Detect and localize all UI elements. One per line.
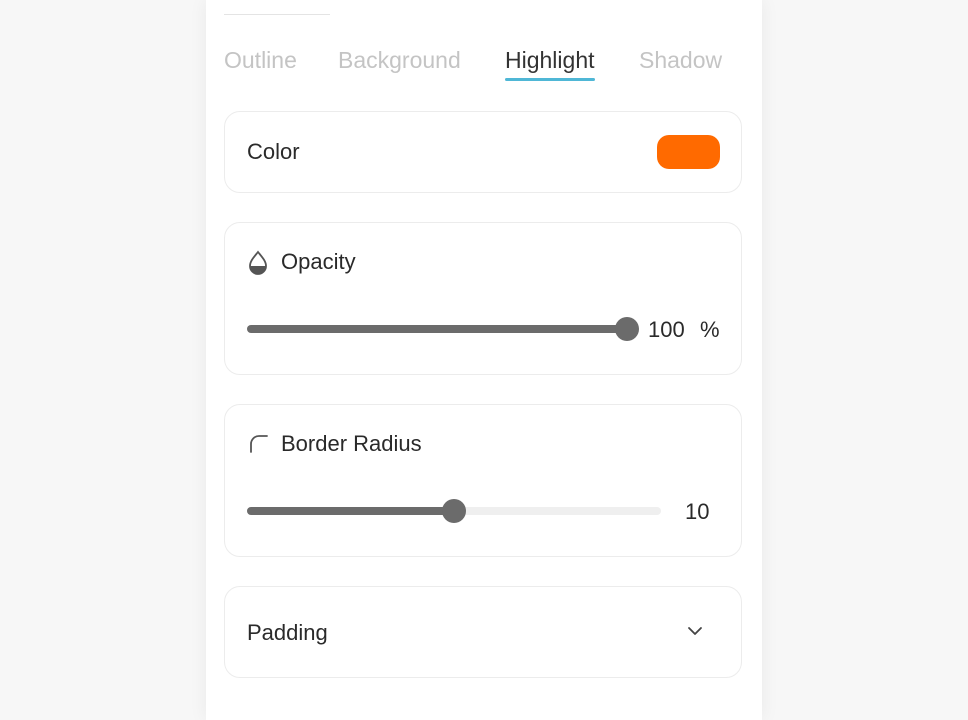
border-radius-label: Border Radius: [281, 431, 422, 456]
opacity-slider-fill: [247, 325, 627, 333]
padding-card[interactable]: Padding: [224, 586, 742, 678]
tab-highlight[interactable]: Highlight: [505, 44, 595, 81]
opacity-slider-thumb[interactable]: [615, 317, 639, 341]
tab-label: Background: [338, 47, 461, 73]
opacity-unit: %: [700, 317, 720, 342]
style-tabs: Outline Background Highlight Shadow: [224, 44, 744, 84]
opacity-slider[interactable]: [247, 317, 639, 341]
border-radius-card: Border Radius 10: [224, 404, 742, 557]
border-radius-slider[interactable]: [247, 499, 661, 523]
tab-label: Highlight: [505, 47, 595, 73]
chevron-down-icon[interactable]: [687, 625, 703, 637]
tab-shadow[interactable]: Shadow: [639, 44, 722, 76]
tab-background[interactable]: Background: [338, 44, 461, 76]
padding-label: Padding: [247, 620, 328, 645]
divider: [224, 14, 330, 15]
opacity-drop-icon: [249, 250, 267, 275]
active-tab-indicator: [505, 78, 595, 81]
tab-label: Outline: [224, 47, 297, 73]
opacity-card: Opacity 100 %: [224, 222, 742, 375]
color-card: Color: [224, 111, 742, 193]
opacity-label: Opacity: [281, 249, 356, 274]
color-label: Color: [247, 139, 300, 164]
tab-label: Shadow: [639, 47, 723, 73]
border-radius-slider-thumb[interactable]: [442, 499, 466, 523]
border-radius-slider-fill: [247, 507, 454, 515]
border-radius-value[interactable]: 10: [685, 499, 709, 525]
tab-outline[interactable]: Outline: [224, 44, 297, 76]
highlight-settings-panel: Outline Background Highlight Shadow Colo…: [206, 0, 762, 720]
border-radius-corner-icon: [250, 435, 268, 453]
opacity-value[interactable]: 100: [648, 317, 685, 343]
color-swatch-button[interactable]: [657, 135, 720, 169]
